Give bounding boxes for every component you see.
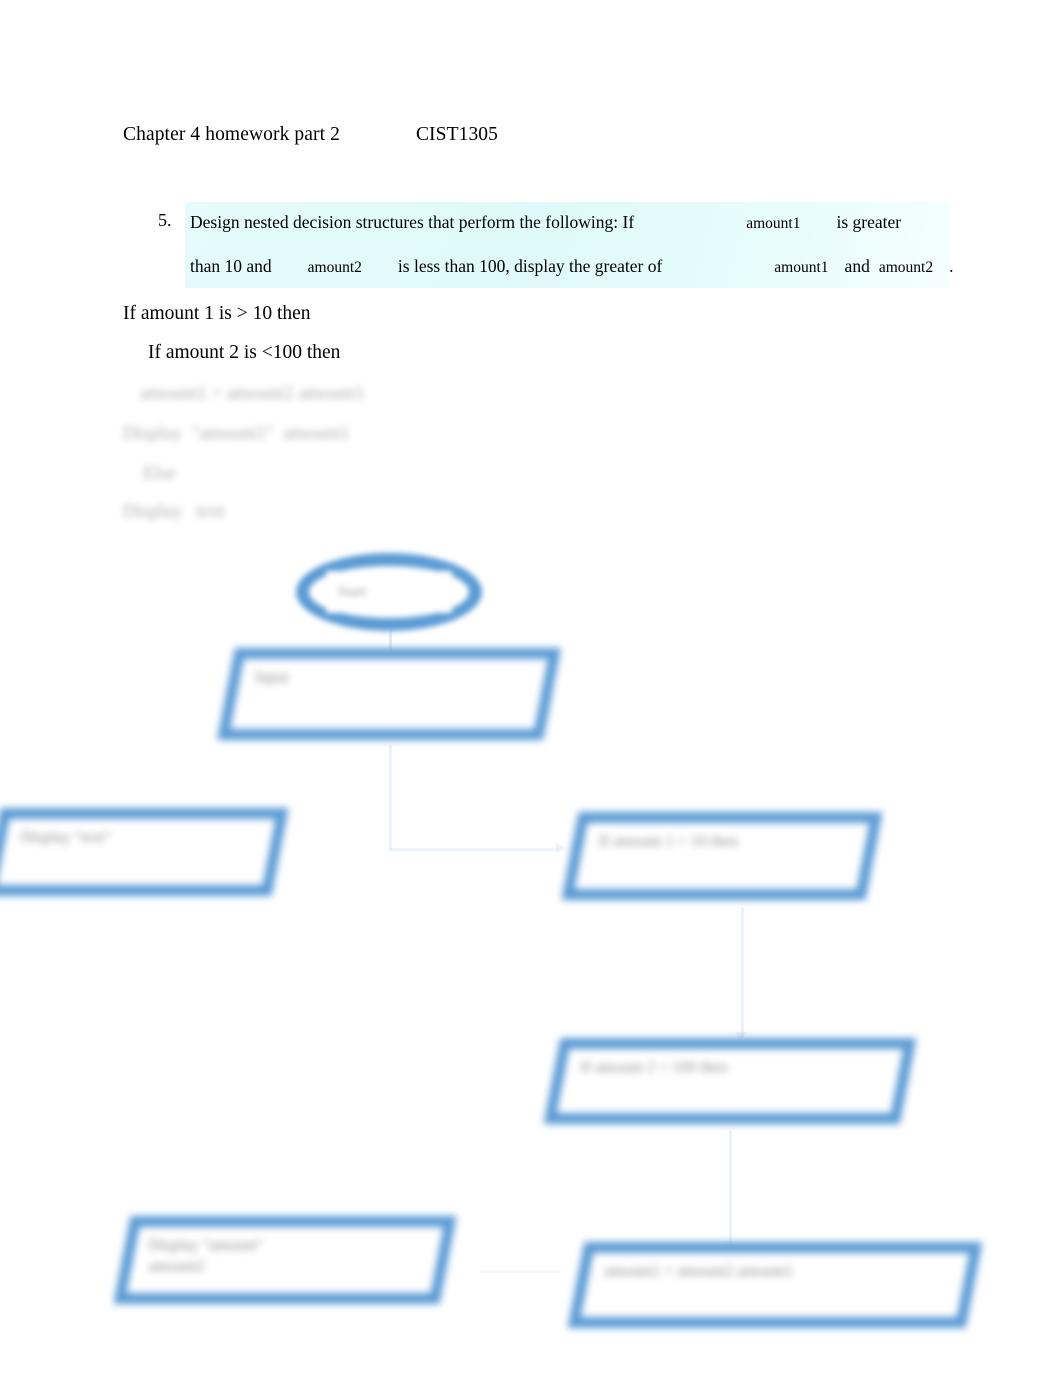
connector-if2-to-display-max: [729, 1130, 732, 1250]
if-amount2-node-wrapper: If amount 2 < 100 then: [543, 1038, 922, 1138]
question-block: 5. Design nested decision structures tha…: [150, 198, 953, 292]
flowchart-node-if-amount2[interactable]: If amount 2 < 100 then: [543, 1038, 917, 1124]
flowchart-node-display-text[interactable]: Display "text": [0, 808, 289, 896]
connector-if1-to-if2: [741, 908, 744, 1038]
pseudocode-blurred-line-1: amount1 > amount2 amount1: [140, 383, 365, 404]
pseudocode-line-if-amount1: If amount 1 is > 10 then: [123, 303, 311, 324]
display-else-node-label: Display "amount" amount2: [148, 1237, 264, 1275]
question-line2-var-amount1: amount1: [774, 259, 829, 276]
start-node-wrapper: Start: [296, 553, 488, 637]
pseudocode-blurred-line-3: Else: [143, 463, 176, 484]
flowchart-node-display-else[interactable]: Display "amount" amount2: [113, 1216, 457, 1304]
header-title: Chapter 4 homework part 2: [123, 124, 340, 145]
question-line2-mid: is less than 100, display the greater of: [397, 256, 663, 276]
connector-input-down: [389, 745, 392, 850]
pseudocode-line-if-amount2: If amount 2 is <100 then: [148, 342, 341, 363]
question-line1-var-amount1: amount1: [746, 215, 801, 232]
input-node-label: Input: [254, 669, 289, 686]
question-line2-var-amount2b: amount2: [878, 259, 934, 276]
start-node-inner: Start: [326, 571, 452, 613]
flowchart-diagram: Start Input Display "text" If amount 1 >…: [0, 520, 1062, 1350]
arrow-to-if-amount1-icon: [556, 842, 565, 854]
start-node-label: Start: [338, 583, 367, 600]
question-line2-period: .: [949, 256, 954, 276]
header-course-code: CIST1305: [415, 124, 499, 145]
pseudocode-blurred-line-2: Display "amount1" amount1: [123, 423, 350, 444]
question-line2-var-amount2: amount2: [307, 259, 362, 276]
flowchart-node-display-max[interactable]: amount1 > amount2 amount1: [567, 1242, 983, 1328]
question-line2-text: than 10 and: [190, 256, 272, 276]
if-amount1-node-label: If amount 1 > 10 then: [598, 833, 738, 850]
if-amount2-node-label: If amount 2 < 100 then: [580, 1059, 728, 1076]
connector-input-to-if1: [389, 848, 559, 851]
question-line-1: Design nested decision structures that p…: [190, 210, 901, 236]
display-max-node-label: amount1 > amount2 amount1: [604, 1263, 794, 1280]
question-line1-text: Design nested decision structures that p…: [190, 212, 635, 232]
flowchart-node-start[interactable]: Start: [296, 553, 482, 631]
question-line-2: than 10 and amount2 is less than 100, disp…: [190, 254, 953, 280]
if-amount1-node-wrapper: If amount 1 > 10 then: [561, 812, 886, 912]
flowchart-node-input[interactable]: Input: [217, 648, 561, 740]
question-line2-conjunction: and: [844, 256, 870, 276]
display-text-node-wrapper: Display "text": [0, 808, 292, 908]
flowchart-node-if-amount1[interactable]: If amount 1 > 10 then: [561, 812, 883, 900]
display-else-node-wrapper: Display "amount" amount2: [113, 1216, 462, 1316]
input-node-wrapper: Input: [217, 648, 562, 748]
document-header: Chapter 4 homework part 2 CIST1305: [123, 122, 498, 148]
document-page: Chapter 4 homework part 2 CIST1305 5. Des…: [0, 0, 1062, 1377]
question-line1-tail: is greater: [836, 212, 902, 232]
connector-display-max-to-display-else: [480, 1270, 560, 1273]
display-text-node-label: Display "text": [20, 829, 112, 846]
display-max-node-wrapper: amount1 > amount2 amount1: [567, 1242, 988, 1342]
question-number: 5.: [158, 210, 172, 230]
